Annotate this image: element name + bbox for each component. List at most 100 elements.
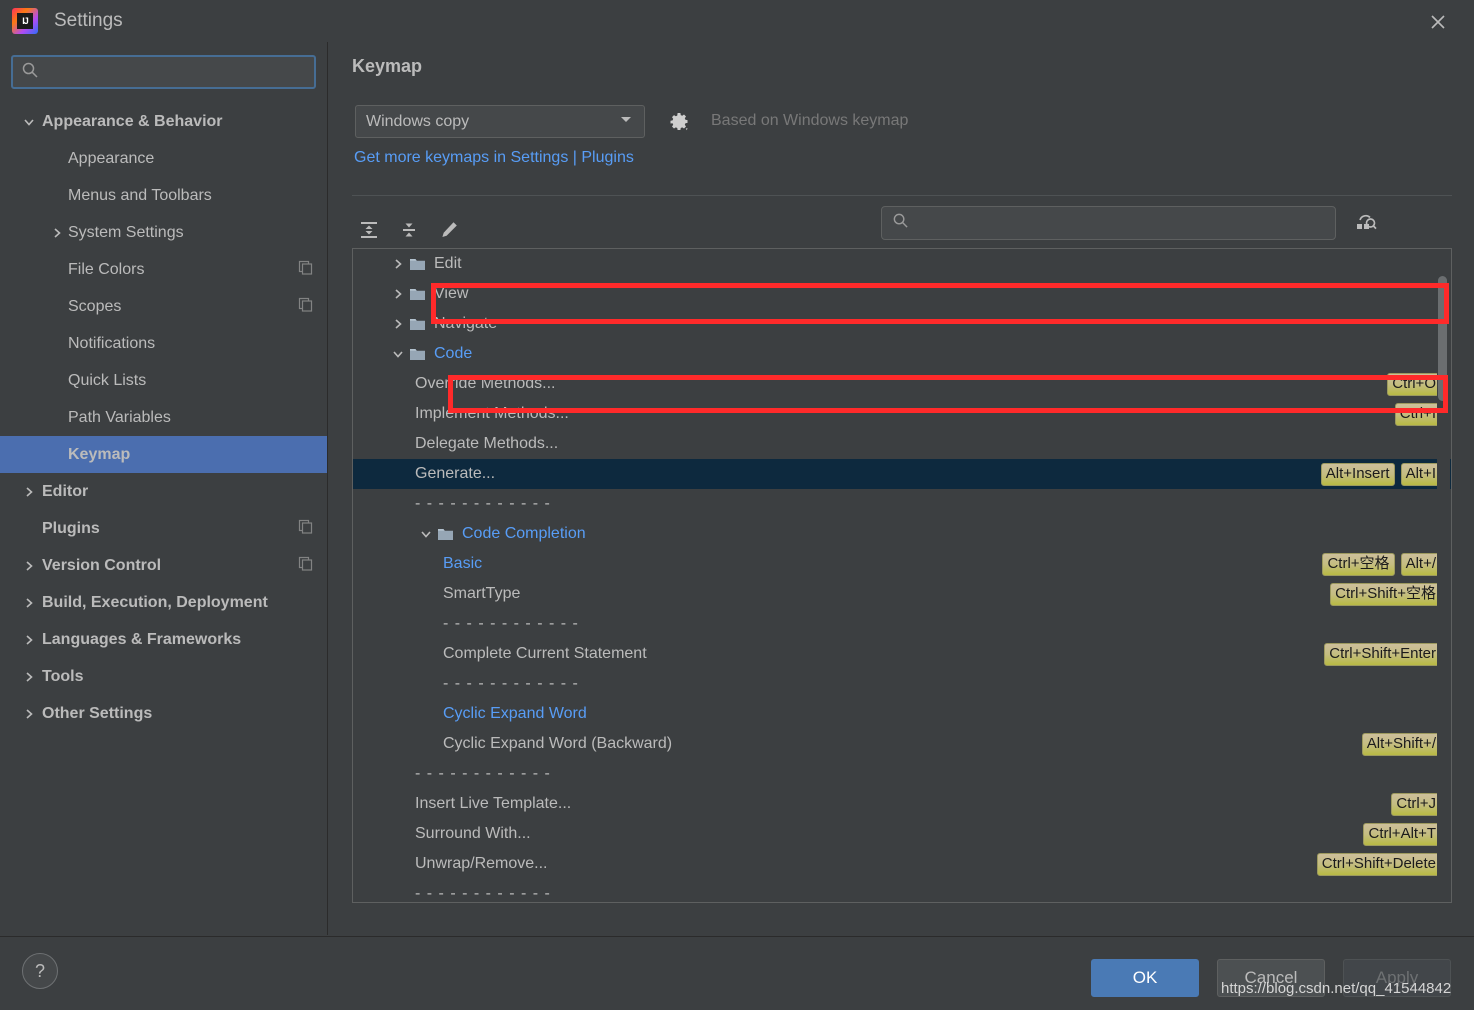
intellij-logo-icon: IJ [12,8,38,34]
action-divider: - - - - - - - - - - - - [353,609,1451,639]
sidebar-item-other-settings[interactable]: Other Settings [0,695,327,732]
scrollbar-thumb[interactable] [1438,276,1447,401]
chevron-right-icon[interactable] [387,287,409,301]
sidebar-item-file-colors[interactable]: File Colors [0,251,327,288]
action-tree[interactable]: Edit View Navigate Code Override Methods... C… [352,248,1452,903]
action-row[interactable]: Override Methods... Ctrl+O [353,369,1451,399]
based-on-label: Based on Windows keymap [711,112,909,129]
sidebar-item-editor[interactable]: Editor [0,473,327,510]
shortcut-list: Alt+Insert Alt+I [1320,462,1441,486]
chevron-right-icon[interactable] [18,707,40,721]
sidebar-item-label: Plugins [42,519,100,537]
shortcut-badge: Ctrl+空格 [1322,552,1395,576]
chevron-right-icon[interactable] [18,633,40,647]
action-row[interactable]: Surround With... Ctrl+Alt+T [353,819,1451,849]
shortcut-badge: Ctrl+J [1391,792,1441,816]
action-row[interactable]: Cyclic Expand Word [353,699,1451,729]
action-row[interactable]: Code [353,339,1451,369]
action-divider: - - - - - - - - - - - - [353,669,1451,699]
action-row[interactable]: Edit [353,249,1451,279]
chevron-right-icon[interactable] [387,317,409,331]
shortcut-list: Alt+Shift+/ [1361,732,1441,756]
action-name: Basic [443,555,483,572]
copy-icon[interactable] [298,260,313,280]
sidebar-item-label: Appearance & Behavior [42,112,223,130]
edit-pencil-icon[interactable] [432,213,466,247]
copy-icon[interactable] [298,556,313,576]
sidebar-item-menus-and-toolbars[interactable]: Menus and Toolbars [0,177,327,214]
search-input[interactable] [46,59,306,85]
sidebar-item-tools[interactable]: Tools [0,658,327,695]
action-row[interactable]: Delegate Methods... [353,429,1451,459]
settings-sidebar: Appearance & Behavior Appearance Menus and… [0,42,328,935]
divider-label: - - - - - - - - - - - - [415,885,551,902]
action-name: Navigate [434,315,498,332]
find-by-shortcut-icon[interactable] [1349,206,1383,240]
shortcut-list: Ctrl+J [1391,792,1441,816]
sidebar-item-appearance-behavior[interactable]: Appearance & Behavior [0,103,327,140]
sidebar-item-keymap[interactable]: Keymap [0,436,327,473]
action-row[interactable]: Cyclic Expand Word (Backward) Alt+Shift+/ [353,729,1451,759]
shortcut-badge: Alt+I [1400,462,1441,486]
gear-icon[interactable] [663,106,695,138]
action-row[interactable]: Insert Live Template... Ctrl+J [353,789,1451,819]
chevron-down-icon[interactable] [18,115,40,129]
action-tree-scrollbar[interactable] [1437,250,1450,901]
chevron-down-icon[interactable] [387,347,409,361]
folder-icon [409,287,426,302]
sidebar-item-notifications[interactable]: Notifications [0,325,327,362]
chevron-right-icon[interactable] [18,559,40,573]
action-row[interactable]: Implement Methods... Ctrl+I [353,399,1451,429]
action-search-input[interactable] [916,210,1325,236]
sidebar-item-build-execution-deployment[interactable]: Build, Execution, Deployment [0,584,327,621]
folder-icon [409,347,426,362]
sidebar-item-version-control[interactable]: Version Control [0,547,327,584]
action-row[interactable]: Navigate [353,309,1451,339]
close-icon[interactable] [1416,6,1460,38]
sidebar-item-quick-lists[interactable]: Quick Lists [0,362,327,399]
sidebar-item-system-settings[interactable]: System Settings [0,214,327,251]
divider-label: - - - - - - - - - - - - [443,675,579,692]
action-row[interactable]: Complete Current Statement Ctrl+Shift+Ent… [353,639,1451,669]
folder-icon [409,257,426,272]
action-row[interactable]: Basic Ctrl+空格 Alt+/ [353,549,1451,579]
expand-all-icon[interactable] [352,213,386,247]
sidebar-item-appearance[interactable]: Appearance [0,140,327,177]
chevron-right-icon[interactable] [18,670,40,684]
settings-dialog: IJ Settings Appearance & Behavior Appeara… [0,0,1474,1010]
copy-icon[interactable] [298,297,313,317]
watermark-url: https://blog.csdn.net/qq_41544842 [1221,980,1452,997]
action-row[interactable]: Unwrap/Remove... Ctrl+Shift+Delete [353,849,1451,879]
collapse-all-icon[interactable] [392,213,426,247]
action-search[interactable] [881,206,1336,240]
sidebar-item-label: Other Settings [42,704,153,722]
sidebar-item-plugins[interactable]: Plugins [0,510,327,547]
sidebar-item-path-variables[interactable]: Path Variables [0,399,327,436]
chevron-down-icon[interactable] [415,527,437,541]
action-name: SmartType [443,585,521,602]
title-bar: IJ Settings [0,0,1474,42]
help-button[interactable]: ? [22,953,58,989]
action-row[interactable]: SmartType Ctrl+Shift+空格 [353,579,1451,609]
keymap-select[interactable]: Windows copy [355,105,645,138]
action-tree-rows: Edit View Navigate Code Override Methods... C… [353,249,1451,902]
action-row[interactable]: Generate... Alt+Insert Alt+I [353,459,1451,489]
shortcut-list: Ctrl+I [1394,402,1441,426]
chevron-right-icon[interactable] [18,596,40,610]
chevron-right-icon[interactable] [46,226,68,240]
shortcut-list: Ctrl+Shift+Enter [1324,642,1441,666]
sidebar-item-scopes[interactable]: Scopes [0,288,327,325]
shortcut-list: Ctrl+Shift+Delete [1316,852,1441,876]
folder-icon [437,527,454,542]
sidebar-item-languages-frameworks[interactable]: Languages & Frameworks [0,621,327,658]
chevron-right-icon[interactable] [18,485,40,499]
keymap-panel: Keymap Windows copy Based on Windows key… [329,42,1474,935]
ok-button[interactable]: OK [1091,959,1199,997]
sidebar-item-label: System Settings [68,223,184,241]
copy-icon[interactable] [298,519,313,539]
chevron-right-icon[interactable] [387,257,409,271]
action-row[interactable]: Code Completion [353,519,1451,549]
sidebar-search[interactable] [11,55,316,89]
get-more-keymaps-link[interactable]: Get more keymaps in Settings | Plugins [354,149,634,167]
action-row[interactable]: View [353,279,1451,309]
